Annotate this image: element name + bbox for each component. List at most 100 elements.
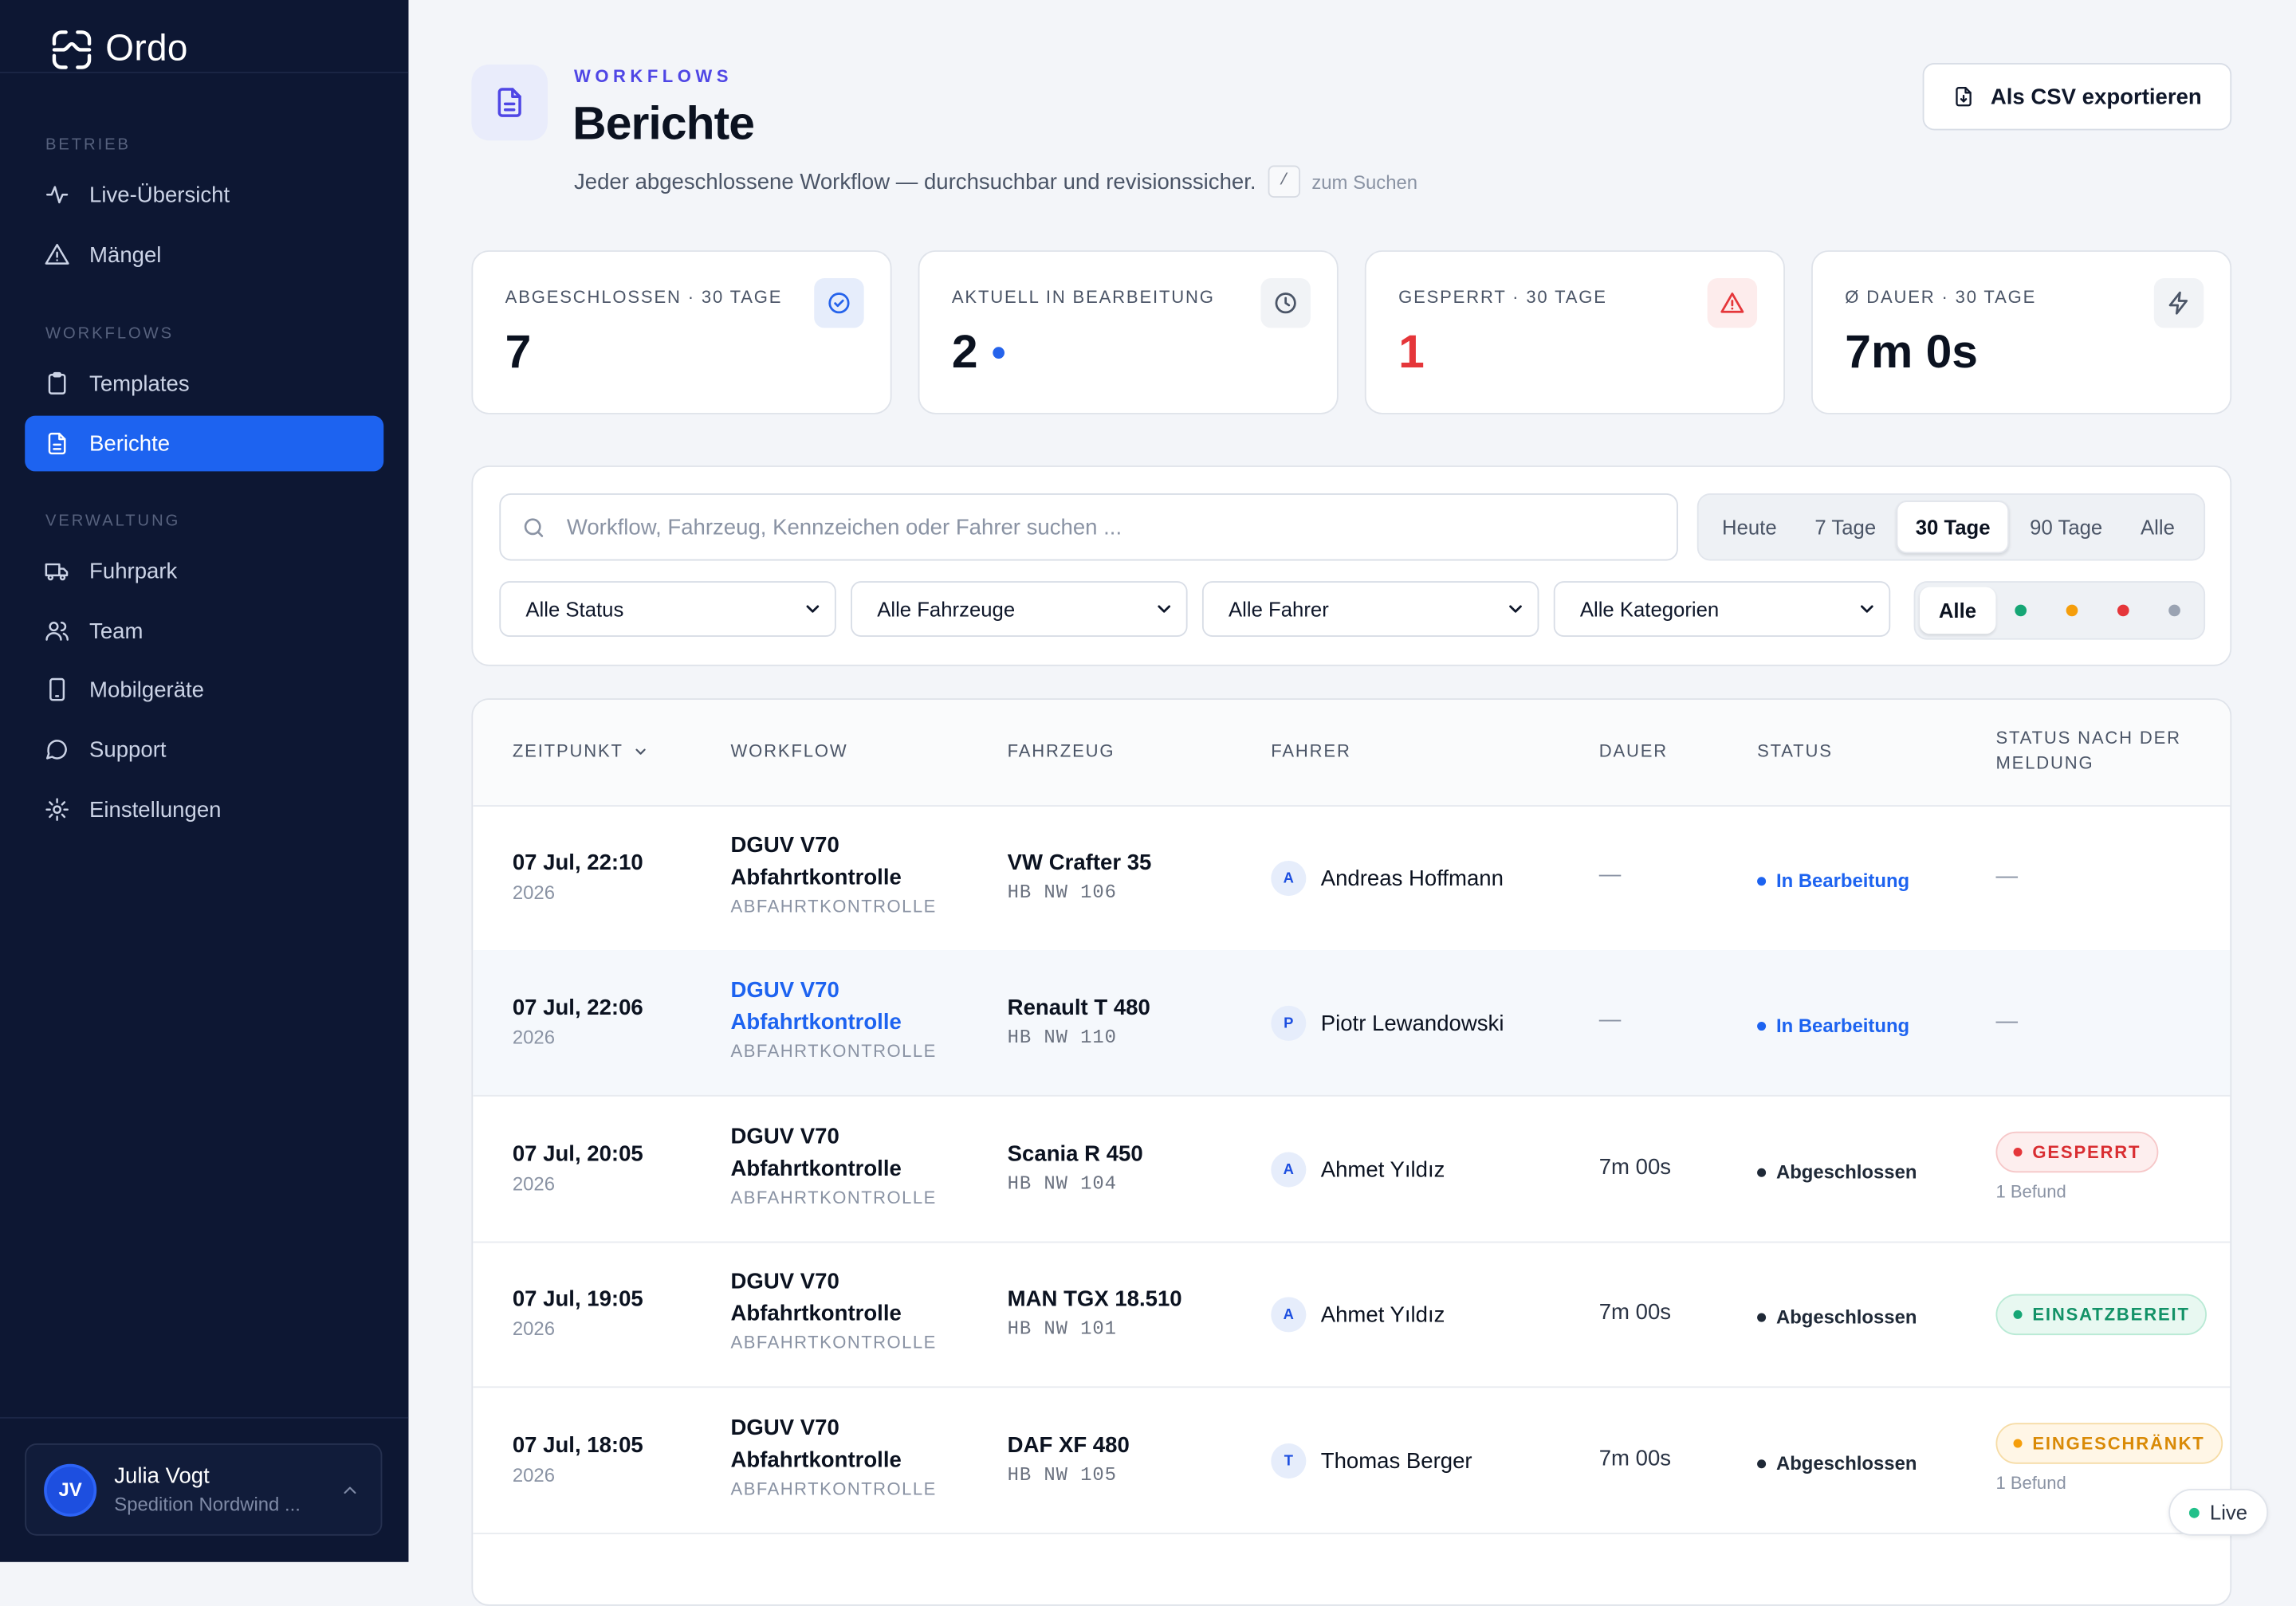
search-box[interactable] <box>499 493 1678 561</box>
driver-name: Piotr Lewandowski <box>1320 1011 1504 1036</box>
gear-icon <box>45 798 69 822</box>
search-icon <box>524 517 544 536</box>
cell-result: EINGESCHRÄNKT 1 Befund <box>1995 1423 2223 1493</box>
page-title: Berichte <box>572 96 755 150</box>
cell-vehicle: Renault T 480 HB NW 110 <box>1008 995 1150 1048</box>
select-value: Alle Kategorien <box>1579 597 1720 621</box>
cell-driver: A Andreas Hoffmann <box>1271 861 1504 897</box>
amber-dot-icon <box>2066 604 2078 617</box>
select-value: Alle Status <box>525 597 624 621</box>
sidebar-item-mobilgeraete[interactable]: Mobilgeräte <box>25 662 383 717</box>
vehicle-name: MAN TGX 18.510 <box>1007 1286 1182 1312</box>
sidebar-item-team[interactable]: Team <box>25 603 383 659</box>
driver-name: Ahmet Yıldız <box>1320 1156 1445 1183</box>
sidebar-item-label: Mobilgeräte <box>89 677 205 702</box>
subtitle-text: Jeder abgeschlossene Workflow — durchsuc… <box>574 169 1256 194</box>
result-filter-amber[interactable] <box>2046 587 2097 634</box>
status-dot <box>2013 1148 2023 1157</box>
status-select[interactable]: Alle Status <box>499 581 836 637</box>
range-all[interactable]: Alle <box>2123 501 2192 553</box>
sidebar-item-label: Live-Übersicht <box>89 182 230 207</box>
driver-select[interactable]: Alle Fahrer <box>1201 581 1539 637</box>
avatar: JV <box>44 1463 97 1516</box>
cell-workflow: DGUV V70 Abfahrtkontrolle ABFAHRTKONTROL… <box>731 975 951 1062</box>
cell-workflow: DGUV V70 Abfahrtkontrolle ABFAHRTKONTROL… <box>731 1266 951 1353</box>
table-row[interactable]: 07 Jul, 22:06 2026 DGUV V70 Abfahrtkontr… <box>473 950 2231 1097</box>
search-input[interactable] <box>564 512 1624 541</box>
kpi-icon-box <box>1707 277 1758 328</box>
app-root: Ordo BETRIEB Live-Übersicht Mängel WORKF… <box>0 0 2296 1606</box>
column-header-fahrzeug: FAHRZEUG <box>1007 740 1115 762</box>
activity-icon <box>45 186 69 204</box>
result-filter-gray[interactable] <box>2149 587 2200 634</box>
user-menu[interactable]: JV Julia Vogt Spedition Nordwind ... <box>25 1443 383 1536</box>
table-row[interactable]: 07 Jul, 19:05 2026 DGUV V70 Abfahrtkontr… <box>473 1242 2231 1388</box>
status-badge: Abgeschlossen <box>1757 1452 1917 1474</box>
table-row[interactable]: 07 Jul, 18:05 2026 DGUV V70 Abfahrtkontr… <box>473 1388 2231 1534</box>
table-row[interactable]: 07 Jul, 20:05 2026 DGUV V70 Abfahrtkontr… <box>473 1097 2231 1243</box>
sidebar-item-templates[interactable]: Templates <box>25 355 383 411</box>
users-icon <box>45 622 69 641</box>
live-dot-icon <box>2189 1506 2200 1518</box>
sidebar-item-label: Mängel <box>89 241 162 268</box>
sidebar-item-berichte[interactable]: Berichte <box>25 415 384 472</box>
section-label-verwaltung: VERWALTUNG <box>45 512 181 530</box>
table-row[interactable]: 07 Jul, 22:10 2026 DGUV V70 Abfahrtkontr… <box>473 805 2231 952</box>
kpi-card-in-progress: AKTUELL IN BEARBEITUNG 2 <box>918 250 1339 414</box>
result-filter-green[interactable] <box>1995 587 2046 634</box>
export-csv-button[interactable]: Als CSV exportieren <box>1922 62 2232 131</box>
workflow-name[interactable]: DGUV V70 Abfahrtkontrolle <box>731 1121 951 1186</box>
sidebar-item-maengel[interactable]: Mängel <box>25 227 383 283</box>
kpi-icon-box <box>1260 277 1311 328</box>
chat-bubble-icon <box>45 740 67 760</box>
result-filter-red[interactable] <box>2097 587 2149 634</box>
cell-duration: 7m 00s <box>1598 1155 1672 1180</box>
kpi-card-completed: ABGESCHLOSSEN · 30 TAGE 7 <box>471 250 892 414</box>
sidebar-item-label: Support <box>89 736 167 763</box>
kpi-value: 2 <box>952 325 1005 379</box>
document-icon <box>48 432 66 455</box>
live-indicator[interactable]: Live <box>2168 1488 2269 1536</box>
status-dot <box>2013 1439 2023 1448</box>
status-badge: In Bearbeitung <box>1757 870 1909 892</box>
workflow-name[interactable]: DGUV V70 Abfahrtkontrolle <box>731 975 951 1039</box>
range-30-days[interactable]: 30 Tage <box>1896 501 2010 554</box>
status-badge: In Bearbeitung <box>1757 1015 1909 1036</box>
kpi-value-number: 2 <box>951 324 978 378</box>
cell-workflow: DGUV V70 Abfahrtkontrolle ABFAHRTKONTROL… <box>731 830 951 917</box>
gray-dot-icon <box>2168 604 2180 617</box>
kpi-card-locked: GESPERRT · 30 TAGE 1 <box>1364 250 1785 414</box>
driver-avatar: A <box>1271 1152 1307 1188</box>
license-plate: HB NW 110 <box>1007 1026 1117 1049</box>
sidebar-item-fuhrpark[interactable]: Fuhrpark <box>25 543 383 599</box>
range-90-days[interactable]: 90 Tage <box>2012 501 2120 553</box>
sidebar-item-live-uebersicht[interactable]: Live-Übersicht <box>25 167 383 222</box>
chevron-down-icon <box>1158 605 1171 613</box>
workflow-name[interactable]: DGUV V70 Abfahrtkontrolle <box>731 830 951 894</box>
chevron-down-icon <box>635 748 646 755</box>
cell-workflow: DGUV V70 Abfahrtkontrolle ABFAHRTKONTROL… <box>730 1412 951 1499</box>
result-filter-all[interactable]: Alle <box>1919 587 1995 634</box>
workflow-name[interactable]: DGUV V70 Abfahrtkontrolle <box>731 1266 951 1331</box>
sidebar-item-support[interactable]: Support <box>25 722 383 778</box>
column-header-zeitpunkt[interactable]: ZEITPUNKT <box>513 740 648 764</box>
status-text: Abgeschlossen <box>1775 1160 1917 1184</box>
license-plate: HB NW 104 <box>1007 1172 1117 1195</box>
search-shortcut-hint: zum Suchen <box>1311 170 1418 193</box>
cell-driver: A Ahmet Yıldız <box>1271 1152 1445 1188</box>
cell-result: GESPERRT 1 Befund <box>1995 1131 2159 1202</box>
category-select[interactable]: Alle Kategorien <box>1553 581 1891 637</box>
status-text: In Bearbeitung <box>1775 870 1910 892</box>
select-value: Alle Fahrzeuge <box>877 597 1016 621</box>
workflow-name[interactable]: DGUV V70 Abfahrtkontrolle <box>731 1412 951 1477</box>
brand[interactable]: Ordo <box>0 0 409 73</box>
vehicle-select[interactable]: Alle Fahrzeuge <box>851 581 1188 637</box>
range-7-days[interactable]: 7 Tage <box>1797 501 1893 553</box>
driver-avatar: T <box>1271 1443 1307 1479</box>
sidebar-item-einstellungen[interactable]: Einstellungen <box>25 782 383 838</box>
range-today[interactable]: Heute <box>1704 501 1795 553</box>
result-badge-einsatzbereit: EINSATZBEREIT <box>1995 1294 2208 1336</box>
workflow-category: ABFAHRTKONTROLLE <box>730 1478 937 1499</box>
kpi-icon-box <box>2153 277 2204 328</box>
vehicle-name: Renault T 480 <box>1007 995 1150 1021</box>
